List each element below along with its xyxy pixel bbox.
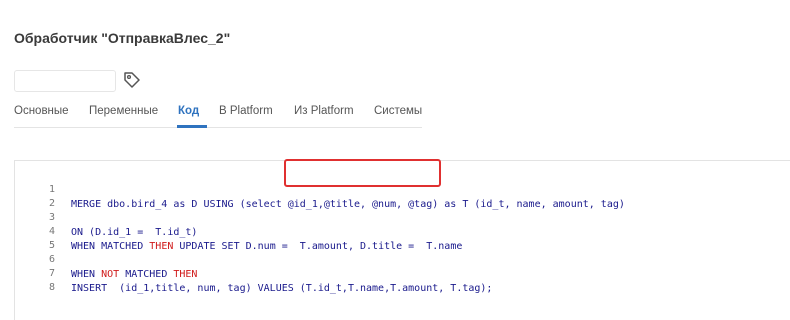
code-line: 5 bbox=[15, 223, 785, 251]
tab-iz-platform[interactable]: Из Platform bbox=[294, 105, 354, 117]
page-title: Обработчик "ОтправкаВлес_2" bbox=[14, 30, 231, 46]
code-line: 6 WHEN NOT MATCHED THEN bbox=[15, 237, 785, 280]
code-text: INSERT (id_1,title, num, tag) VALUES (T.… bbox=[71, 283, 493, 294]
name-input[interactable] bbox=[14, 70, 116, 92]
tab-osnovnye[interactable]: Основные bbox=[14, 105, 69, 117]
tab-kod[interactable]: Код bbox=[178, 105, 199, 117]
code-line: 7 INSERT (id_1,title, num, tag) VALUES (… bbox=[15, 251, 785, 294]
code-line: 4 WHEN MATCHED THEN UPDATE SET D.num = T… bbox=[15, 209, 785, 252]
tab-sistemy[interactable]: Системы bbox=[374, 105, 422, 117]
active-tab-indicator bbox=[177, 125, 207, 128]
tab-peremennye[interactable]: Переменные bbox=[89, 105, 158, 117]
code-line: 8 bbox=[15, 265, 785, 293]
tab-bar: Основные Переменные Код В Platform Из Pl… bbox=[14, 100, 422, 128]
line-number: 8 bbox=[48, 282, 55, 293]
highlight-annotation bbox=[284, 159, 441, 187]
code-line: 3 ON (D.id_1 = T.id_t) bbox=[15, 195, 785, 238]
tag-icon bbox=[124, 72, 140, 88]
tab-v-platform[interactable]: В Platform bbox=[219, 105, 273, 117]
tag-button[interactable] bbox=[122, 70, 142, 90]
